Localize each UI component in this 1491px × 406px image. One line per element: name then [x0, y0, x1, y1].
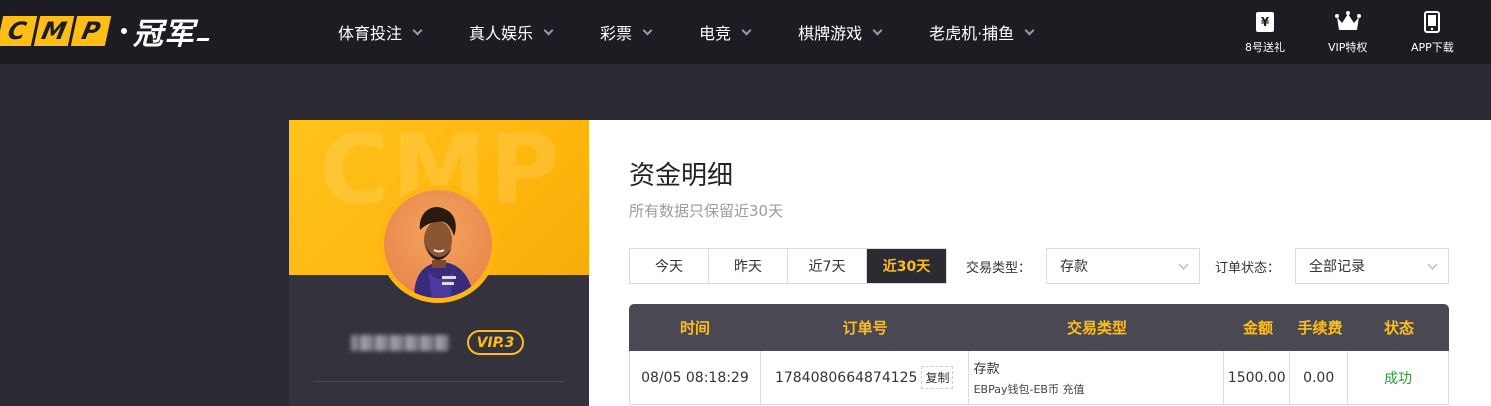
gift-label: 8号送礼 — [1245, 41, 1285, 54]
vip-level-badge: VIP.3 — [467, 330, 524, 355]
logo-dot — [121, 28, 127, 34]
chevron-down-icon — [642, 25, 653, 35]
nav-item-live-casino[interactable]: 真人娱乐 — [469, 0, 554, 64]
cell-amount: 1500.00 — [1224, 351, 1291, 405]
logo-chinese-text: 冠军 — [133, 17, 195, 52]
nav-item-label: 真人娱乐 — [469, 24, 534, 43]
nav-item-esports[interactable]: 电竞 — [699, 0, 752, 64]
funds-detail-panel: 资金明细 所有数据只保留近30天 今天 昨天 近7天 近30天 交易类型： 存款… — [589, 120, 1491, 406]
vip-label: VIP特权 — [1328, 41, 1368, 54]
cell-fee: 0.00 — [1290, 351, 1349, 405]
tab-last-7-days[interactable]: 近7天 — [788, 249, 867, 283]
copy-button[interactable]: 复制 — [921, 366, 954, 389]
col-order-no: 订单号 — [842, 319, 888, 337]
page-title: 资金明细 — [629, 161, 734, 191]
cell-status: 成功 — [1348, 351, 1449, 405]
tab-yesterday[interactable]: 昨天 — [709, 249, 788, 283]
nav-item-lottery[interactable]: 彩票 — [600, 0, 653, 64]
order-status-label: 订单状态： — [1215, 261, 1281, 276]
site-logo[interactable]: C M P 冠军 — [0, 14, 210, 52]
transaction-type-select[interactable]: 存款 — [1046, 248, 1200, 284]
transaction-type-value: 存款 — [1060, 259, 1088, 275]
vip-link[interactable]: VIP特权 — [1328, 10, 1367, 55]
nav-item-label: 彩票 — [600, 24, 633, 43]
svg-text:¥: ¥ — [1261, 15, 1270, 29]
nav-item-slots-fishing[interactable]: 老虎机·捕鱼 — [929, 0, 1035, 64]
profile-divider — [314, 381, 564, 382]
gift-link[interactable]: ¥ 8号送礼 — [1245, 10, 1285, 55]
col-fee: 手续费 — [1297, 319, 1343, 337]
chevron-down-icon — [872, 25, 883, 35]
nav-item-sports[interactable]: 体育投注 — [338, 0, 423, 64]
col-time: 时间 — [679, 319, 710, 337]
ticket-yen-icon: ¥ — [1255, 10, 1275, 34]
cell-time: 08/05 08:18:29 — [630, 351, 761, 405]
chevron-down-icon — [1178, 259, 1189, 270]
chevron-down-icon — [543, 25, 554, 35]
app-download-link[interactable]: APP下载 — [1411, 10, 1454, 55]
date-range-tabs: 今天 昨天 近7天 近30天 — [629, 248, 947, 284]
order-no-text: 1784080664874125 — [774, 369, 918, 386]
order-status-value: 全部记录 — [1309, 259, 1365, 275]
col-type: 交易类型 — [1066, 319, 1127, 337]
nav-item-label: 棋牌游戏 — [798, 24, 863, 43]
logo-letter-p: P — [70, 16, 112, 46]
nav-item-label: 老虎机·捕鱼 — [929, 24, 1015, 43]
chevron-down-icon — [1427, 259, 1438, 270]
transaction-type-label: 交易类型： — [966, 261, 1032, 276]
logo-letter-m: M — [33, 16, 75, 46]
nav-item-board-games[interactable]: 棋牌游戏 — [798, 0, 883, 64]
page-subtitle: 所有数据只保留近30天 — [629, 202, 784, 220]
chevron-down-icon — [741, 25, 752, 35]
username-blurred — [351, 335, 449, 351]
logo-letter-c: C — [0, 16, 38, 46]
phone-icon — [1424, 10, 1441, 34]
tab-today[interactable]: 今天 — [630, 249, 709, 283]
nav-item-label: 电竞 — [699, 24, 732, 43]
table-header: 时间 订单号 交易类型 金额 手续费 状态 — [629, 304, 1449, 351]
order-status-select[interactable]: 全部记录 — [1295, 248, 1449, 284]
cell-order-no: 1784080664874125 复制 — [760, 351, 969, 405]
cell-type: 存款 EBPay钱包-EB币 充值 — [968, 351, 1225, 405]
col-status: 状态 — [1383, 319, 1414, 337]
col-amount: 金额 — [1242, 319, 1273, 337]
avatar[interactable] — [379, 185, 497, 303]
top-navbar: C M P 冠军 体育投注 真人娱乐 彩票 电竞 棋牌游戏 老虎机·捕鱼 ¥ 8… — [0, 0, 1491, 64]
logo-tail — [196, 37, 210, 41]
nav-item-label: 体育投注 — [338, 24, 403, 43]
app-download-label: APP下载 — [1411, 41, 1454, 54]
avatar-image — [384, 190, 492, 298]
chevron-down-icon — [412, 25, 423, 35]
chevron-down-icon — [1024, 25, 1035, 35]
tab-last-30-days[interactable]: 近30天 — [867, 249, 946, 283]
type-main: 存款 — [973, 362, 1000, 377]
table-row: 08/05 08:18:29 1784080664874125 复制 存款 EB… — [629, 351, 1449, 405]
main-nav: 体育投注 真人娱乐 彩票 电竞 棋牌游戏 老虎机·捕鱼 — [338, 0, 1035, 64]
profile-panel: CMP VIP.3 — [289, 120, 589, 406]
crown-icon — [1334, 10, 1361, 34]
transactions-table: 时间 订单号 交易类型 金额 手续费 状态 08/05 08:18:29 178… — [629, 304, 1449, 405]
type-sub: EBPay钱包-EB币 充值 — [973, 383, 1085, 396]
